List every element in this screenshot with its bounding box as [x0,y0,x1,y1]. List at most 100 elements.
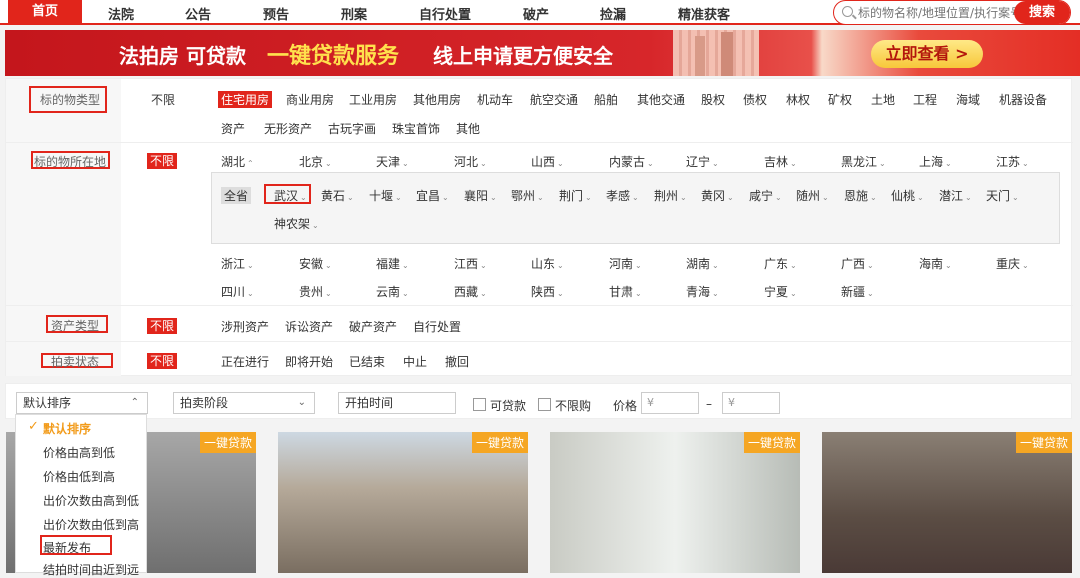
status-option[interactable]: 正在进行 [221,353,269,370]
loan-banner[interactable]: 法拍房 可贷款 一键贷款服务 线上申请更方便安全 立即查看 > [5,30,1080,76]
type-option[interactable]: 资产 [221,120,245,137]
status-option[interactable]: 撤回 [445,353,469,370]
type-option[interactable]: 矿权 [828,91,852,108]
province-option[interactable]: 西藏 ⌄ [454,283,487,300]
nav-precise-leads[interactable]: 精准获客 [678,4,730,23]
province-option[interactable]: 湖北 ⌃ [221,153,254,170]
sort-select[interactable]: 默认排序 ⌃ [16,392,148,414]
sort-option-bids-desc[interactable]: 出价次数由高到低 [43,492,139,509]
province-option[interactable]: 新疆 ⌄ [841,283,874,300]
city-option[interactable]: 咸宁 ⌄ [749,187,782,204]
city-option[interactable]: 潜江 ⌄ [939,187,972,204]
type-option[interactable]: 无形资产 [264,120,312,137]
city-option[interactable]: 宜昌 ⌄ [416,187,449,204]
listing-card[interactable]: 一键贷款 [822,432,1072,573]
province-option[interactable]: 陕西 ⌄ [531,283,564,300]
type-option[interactable]: 工业用房 [349,91,397,108]
city-option[interactable]: 荆州 ⌄ [654,187,687,204]
province-option[interactable]: 重庆 ⌄ [996,255,1029,272]
city-option[interactable]: 襄阳 ⌄ [464,187,497,204]
city-option[interactable]: 鄂州 ⌄ [511,187,544,204]
city-option[interactable]: 十堰 ⌄ [369,187,402,204]
province-option[interactable]: 贵州 ⌄ [299,283,332,300]
asset-unlimited[interactable]: 不限 [147,318,178,334]
province-option[interactable]: 山东 ⌄ [531,255,564,272]
type-option[interactable]: 商业用房 [286,91,334,108]
province-option[interactable]: 天津 ⌄ [376,153,409,170]
city-option[interactable]: 随州 ⌄ [796,187,829,204]
type-option[interactable]: 其他交通 [637,91,685,108]
province-option[interactable]: 江西 ⌄ [454,255,487,272]
province-option[interactable]: 辽宁 ⌄ [686,153,719,170]
city-option[interactable]: 天门 ⌄ [986,187,1019,204]
status-option[interactable]: 已结束 [349,353,385,370]
province-option[interactable]: 吉林 ⌄ [764,153,797,170]
sort-option-bids-asc[interactable]: 出价次数由低到高 [43,516,139,533]
province-option[interactable]: 福建 ⌄ [376,255,409,272]
province-option[interactable]: 山西 ⌄ [531,153,564,170]
type-option[interactable]: 林权 [786,91,810,108]
type-option[interactable]: 古玩字画 [328,120,376,137]
nav-home[interactable]: 首页 [8,0,82,23]
province-option[interactable]: 北京 ⌄ [299,153,332,170]
nav-bargain[interactable]: 捡漏 [600,4,626,23]
type-option[interactable]: 股权 [701,91,725,108]
city-option[interactable]: 仙桃 ⌄ [891,187,924,204]
city-option[interactable]: 黄石 ⌄ [321,187,354,204]
type-option[interactable]: 住宅用房 [218,91,273,108]
city-option[interactable]: 武汉 ⌄ [274,187,307,204]
type-option[interactable]: 机器设备 [999,91,1047,108]
sort-option-price-desc[interactable]: 价格由高到低 [43,444,115,461]
province-option[interactable]: 内蒙古 ⌄ [609,153,654,170]
province-option[interactable]: 宁夏 ⌄ [764,283,797,300]
all-province-option[interactable]: 全省 [221,187,252,204]
type-option[interactable]: 海域 [956,91,980,108]
province-option[interactable]: 江苏 ⌄ [996,153,1029,170]
sort-option-newest[interactable]: 最新发布 [43,539,91,556]
banner-view-button[interactable]: 立即查看 > [871,40,983,68]
type-option[interactable]: 珠宝首饰 [392,120,440,137]
nav-court[interactable]: 法院 [108,4,134,23]
type-option[interactable]: 船舶 [594,91,618,108]
city-option[interactable]: 恩施 ⌄ [844,187,877,204]
province-option[interactable]: 四川 ⌄ [221,283,254,300]
type-option[interactable]: 土地 [871,91,895,108]
sort-option-default[interactable]: 默认排序 [43,420,91,437]
listing-card[interactable]: 一键贷款 [278,432,528,573]
asset-option[interactable]: 诉讼资产 [285,318,333,335]
province-option[interactable]: 河北 ⌄ [454,153,487,170]
province-option[interactable]: 上海 ⌄ [919,153,952,170]
type-option[interactable]: 机动车 [477,91,513,108]
asset-option[interactable]: 涉刑资产 [221,318,269,335]
province-option[interactable]: 浙江 ⌄ [221,255,254,272]
province-option[interactable]: 甘肃 ⌄ [609,283,642,300]
nav-preview[interactable]: 预告 [263,4,289,23]
auction-stage-select[interactable]: 拍卖阶段 ⌄ [173,392,315,414]
province-option[interactable]: 云南 ⌄ [376,283,409,300]
province-option[interactable]: 河南 ⌄ [609,255,642,272]
search-input[interactable] [858,5,1016,21]
nav-notice[interactable]: 公告 [185,4,211,23]
nav-criminal[interactable]: 刑案 [341,4,367,23]
type-option[interactable]: 其他用房 [413,91,461,108]
status-unlimited[interactable]: 不限 [147,353,178,369]
asset-option[interactable]: 自行处置 [413,318,461,335]
province-option[interactable]: 海南 ⌄ [919,255,952,272]
city-option[interactable]: 荆门 ⌄ [559,187,592,204]
type-option[interactable]: 其他 [456,120,480,137]
province-option[interactable]: 广西 ⌄ [841,255,874,272]
price-max-input[interactable]: ¥ [722,392,780,414]
nav-self-disposal[interactable]: 自行处置 [419,4,471,23]
type-option[interactable]: 航空交通 [530,91,578,108]
province-option[interactable]: 湖南 ⌄ [686,255,719,272]
location-unlimited[interactable]: 不限 [147,153,178,169]
search-button[interactable]: 搜索 [1014,1,1070,24]
nav-bankruptcy[interactable]: 破产 [523,4,549,23]
status-option[interactable]: 即将开始 [285,353,333,370]
city-option[interactable]: 神农架 ⌄ [274,215,319,232]
asset-option[interactable]: 破产资产 [349,318,397,335]
province-option[interactable]: 青海 ⌄ [686,283,719,300]
province-option[interactable]: 黑龙江 ⌄ [841,153,886,170]
loanable-checkbox[interactable] [473,398,486,411]
city-option[interactable]: 黄冈 ⌄ [701,187,734,204]
